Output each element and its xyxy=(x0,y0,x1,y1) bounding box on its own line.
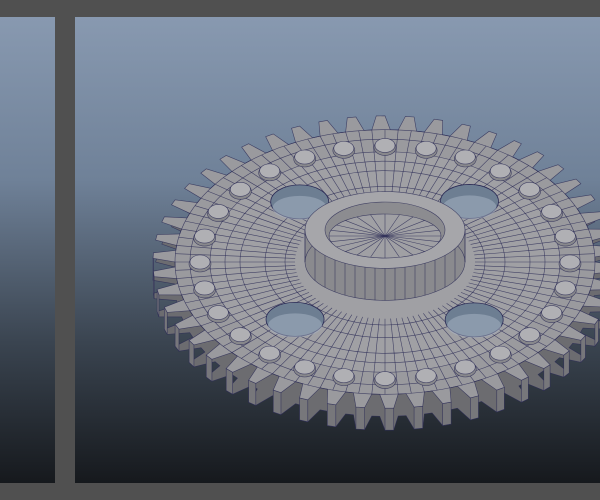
bolt-head xyxy=(208,204,229,219)
gear-tooth-side xyxy=(355,406,365,430)
bolt-head xyxy=(555,228,576,244)
bolt-head xyxy=(230,327,251,342)
bottom-panel-bar xyxy=(0,483,600,500)
gear-tooth-side xyxy=(384,407,395,431)
bolt-head xyxy=(454,149,476,165)
bolt-head xyxy=(294,359,316,375)
bolt-head xyxy=(374,371,396,386)
bolt-head xyxy=(208,305,229,320)
gear-tooth-side xyxy=(496,386,505,413)
bolt-head xyxy=(230,182,251,197)
top-panel-bar xyxy=(0,0,600,17)
bolt-head xyxy=(333,368,355,383)
gear-tooth-side xyxy=(327,403,337,428)
gear-tooth-side xyxy=(225,368,233,395)
gear-tooth-side xyxy=(205,354,213,382)
bolt-head xyxy=(541,305,562,320)
bolt-head xyxy=(259,163,280,179)
gear-hole-depth xyxy=(268,313,323,338)
gear-tooth-side xyxy=(543,364,551,392)
gear-tooth-side xyxy=(442,401,452,426)
gear-model[interactable] xyxy=(75,17,600,483)
bolt-head xyxy=(490,163,511,179)
bolt-head xyxy=(294,149,316,165)
bolt-head xyxy=(415,141,437,156)
bolt-head xyxy=(519,327,540,342)
viewport-divider[interactable] xyxy=(55,17,75,483)
bolt-head xyxy=(519,182,540,197)
bolt-head xyxy=(194,280,215,296)
bolt-head xyxy=(555,280,576,296)
gear-tooth-side xyxy=(413,405,424,430)
gear-tooth-side xyxy=(470,395,479,421)
gear-tooth-side xyxy=(248,379,257,406)
bolt-head xyxy=(259,345,280,361)
bolt-head xyxy=(559,254,581,270)
gear-tooth-side xyxy=(521,376,529,403)
bolt-head xyxy=(541,204,562,219)
bolt-head xyxy=(415,368,437,383)
bolt-head xyxy=(374,138,396,153)
side-viewport[interactable] xyxy=(0,17,55,483)
gear-tooth-side xyxy=(272,389,282,416)
bolt-head xyxy=(194,228,215,244)
bolt-head xyxy=(189,254,211,270)
gear-tooth-side xyxy=(299,397,309,423)
bolt-head xyxy=(490,345,511,361)
perspective-viewport[interactable] xyxy=(75,17,600,483)
bolt-head xyxy=(333,141,355,156)
gear-hole-depth xyxy=(447,313,502,338)
bolt-head xyxy=(454,359,476,375)
